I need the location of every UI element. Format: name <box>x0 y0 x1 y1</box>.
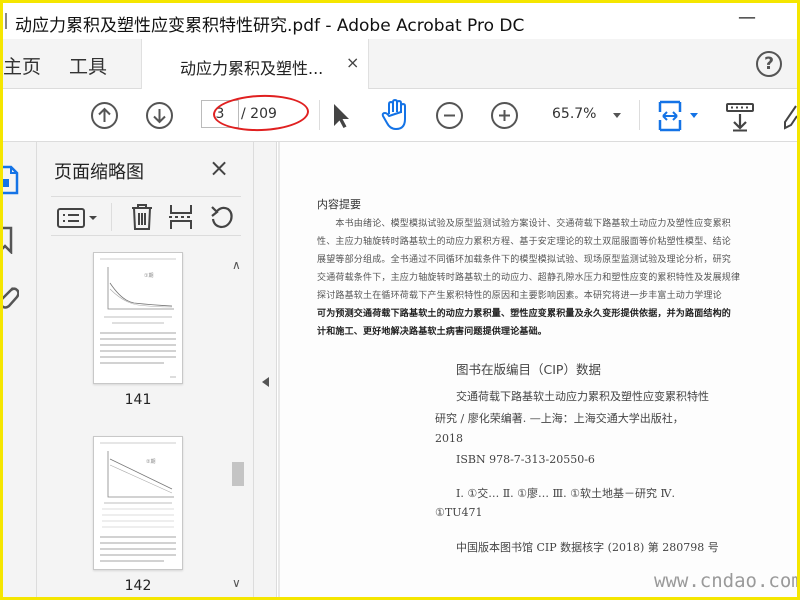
tab-bar: 主页 工具 动应力累积及塑性... × ? <box>3 39 797 89</box>
abstract-line: 探讨路基软土在循环荷载下产生累积特性的原因和主要影响因素。本研究将进一步丰富土动… <box>317 291 722 301</box>
trash-icon <box>132 204 152 230</box>
thumbnail-chart-caption: ②期 <box>146 459 155 465</box>
options-menu-icon <box>57 208 97 228</box>
fit-dropdown-chevron-icon[interactable] <box>690 113 698 118</box>
split-page-icon <box>169 205 192 229</box>
abstract-line: 展望等部分组成。全书通过不同循环加载条件下的模型模拟试验、现场原型监测试验及理论… <box>317 255 732 265</box>
edit-pencil-button[interactable] <box>783 104 797 134</box>
arrow-up-icon <box>98 107 111 122</box>
document-tab-label: 动应力累积及塑性... <box>180 59 324 78</box>
zoom-dropdown-chevron-icon[interactable] <box>613 113 621 118</box>
cip-line: 2018 <box>435 432 463 445</box>
title-bar: 动应力累积及塑性应变累积特性研究.pdf - Adobe Acrobat Pro… <box>3 3 797 39</box>
scroll-up-chevron-icon[interactable]: ∧ <box>232 258 241 272</box>
abstract-line: 本书由绪论、模型模拟试验及原型监测试验方案设计、交通荷载下路基软土动应力及塑性应… <box>317 219 732 229</box>
panel-collapse-strip[interactable] <box>253 142 277 597</box>
cip-line: 交通荷载下路基软土动应力累积及塑性应变累积特性 <box>456 390 709 403</box>
document-view[interactable]: 内容提要 本书由绪论、模型模拟试验及原型监测试验方案设计、交通荷载下路基软土动应… <box>278 142 797 597</box>
plus-icon <box>499 110 510 121</box>
zoom-in-button[interactable] <box>491 102 518 129</box>
close-tab-button[interactable]: × <box>346 53 359 72</box>
toolbar-divider <box>639 100 640 130</box>
keyboard-scroll-icon <box>726 103 754 132</box>
thumbnail-page-preview: ②期 <box>100 442 176 562</box>
cip-line: ISBN 978-7-313-20550-6 <box>456 453 595 466</box>
toolbar: / 209 65.7% <box>3 90 797 142</box>
thumbnail-chart-caption: ①期 <box>144 273 153 279</box>
left-navigation-rail <box>3 142 37 597</box>
page-thumbnail-142[interactable]: ②期 <box>93 436 183 570</box>
rotate-pages-button[interactable] <box>209 203 235 235</box>
panel-divider <box>111 203 112 231</box>
page-thumbnail-141[interactable]: ①期 <box>93 252 183 384</box>
cip-line: Ⅰ. ①交… Ⅱ. ①廖… Ⅲ. ①软土地基－研究 Ⅳ. <box>456 487 675 500</box>
cip-line: 中国版本图书馆 CIP 数据核字 (2018) 第 280798 号 <box>456 541 719 554</box>
scrolling-mode-button[interactable] <box>725 102 755 136</box>
hand-icon <box>381 99 406 130</box>
next-page-button[interactable] <box>146 102 173 129</box>
panel-title: 页面缩略图 <box>54 162 144 183</box>
app-icon <box>5 13 7 29</box>
abstract-line: 交通荷载条件下，主应力轴旋转时路基软土的动应力、超静孔隙水压力和塑性应变的累积特… <box>317 273 741 283</box>
scrollbar-thumb[interactable] <box>232 462 244 486</box>
tab-document[interactable]: 动应力累积及塑性... × <box>141 39 369 89</box>
cip-line: ①TU471 <box>435 506 483 519</box>
arrow-down-icon <box>153 109 166 124</box>
thumbnail-options-button[interactable] <box>57 208 99 232</box>
tab-tools[interactable]: 工具 <box>69 52 107 79</box>
panel-toolbar <box>51 196 241 236</box>
close-panel-button[interactable]: × <box>209 154 229 182</box>
thumbnail-page-preview: ①期 <box>100 258 176 378</box>
document-page: 内容提要 本书由绪论、模型模拟试验及原型监测试验方案设计、交通荷载下路基软土动应… <box>280 142 797 597</box>
fit-page-button[interactable] <box>657 100 683 136</box>
thumbnail-scrollbar[interactable]: ∧ ∨ <box>231 252 245 597</box>
select-tool-button[interactable] <box>331 102 351 134</box>
paperclip-icon <box>3 287 20 309</box>
previous-page-button[interactable] <box>91 102 118 129</box>
cursor-arrow-icon <box>334 104 349 128</box>
hand-tool-button[interactable] <box>380 99 410 135</box>
minus-icon <box>444 114 455 117</box>
help-icon[interactable]: ? <box>756 51 782 77</box>
delete-pages-button[interactable] <box>131 203 153 235</box>
fit-width-icon <box>658 100 682 132</box>
collapse-left-arrow-icon[interactable] <box>262 377 269 387</box>
toolbar-divider <box>319 100 320 130</box>
bookmarks-rail-button[interactable] <box>3 226 17 258</box>
bookmark-icon <box>3 226 13 256</box>
thumbnail-page-label: 141 <box>124 392 152 408</box>
zoom-out-button[interactable] <box>436 102 463 129</box>
extract-pages-button[interactable] <box>169 203 193 235</box>
acrobat-window: 动应力累积及塑性应变累积特性研究.pdf - Adobe Acrobat Pro… <box>3 3 797 597</box>
abstract-line: 可为预测交通荷载下路基软土的动应力累积量、塑性应变累积量及永久变形提供依据，并为… <box>317 309 732 319</box>
tab-home[interactable]: 主页 <box>3 52 41 79</box>
minimize-button[interactable]: — <box>738 7 756 28</box>
abstract-line: 性、主应力轴旋转时路基软土的动应力累积方程、基于安定理论的软土双屈服面等价粘塑性… <box>317 237 732 247</box>
page-thumbnails-rail-button[interactable] <box>3 164 21 200</box>
abstract-line: 计和施工、更好地解决路基软土病害问题提供理论基础。 <box>317 327 548 337</box>
cip-heading: 图书在版编目（CIP）数据 <box>456 362 601 377</box>
attachments-rail-button[interactable] <box>3 282 20 316</box>
zoom-level[interactable]: 65.7% <box>552 106 596 122</box>
page-thumbnails-panel: 页面缩略图 × ①期 141 ②期 142 ∧ ∨ <box>37 142 253 597</box>
cip-line: 研究 / 廖化荣编著. —上海：上海交通大学出版社， <box>435 412 684 425</box>
pencil-icon <box>784 105 797 130</box>
thumbnails-icon <box>3 165 19 195</box>
site-watermark: www.cndao.com <box>654 570 797 592</box>
abstract-heading: 内容提要 <box>317 198 361 211</box>
scroll-down-chevron-icon[interactable]: ∨ <box>232 576 241 590</box>
rotate-icon <box>211 206 233 229</box>
thumbnail-page-label: 142 <box>124 578 152 594</box>
thumbnail-list: ①期 141 ②期 142 <box>37 252 253 597</box>
window-title: 动应力累积及塑性应变累积特性研究.pdf - Adobe Acrobat Pro… <box>15 16 525 36</box>
